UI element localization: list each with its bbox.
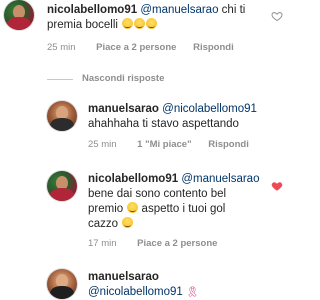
avatar[interactable] [47,269,77,299]
comment-username[interactable]: nicolabellomo91 [88,173,178,185]
comment-text-line2: @nicolabellomo91 🎗 [88,285,199,300]
comment-body: bene dai sono contento bel [88,188,227,200]
avatar[interactable] [47,171,77,201]
comment-text-line2: bene dai sono contento bel [88,187,226,202]
avatar-shirt [50,188,74,201]
comment-time: 25 min [88,139,117,150]
comment-text: nicolabellomo91 @manuelsarao [88,172,259,187]
heart-filled-icon[interactable] [271,180,283,192]
laugh-emoji-icon [134,18,146,29]
avatar[interactable] [47,101,77,131]
comment-meta: 25 min Piace a 2 persone Rispondi [47,42,248,53]
comment-text-line2: premia bocelli [47,18,158,33]
heart-outline-icon[interactable] [271,10,283,22]
replies-divider [47,79,73,80]
comment-time: 17 min [88,238,117,249]
comment-text-line4: cazzo [88,217,134,232]
comment-username[interactable]: manuelsarao [88,271,159,283]
avatar-shirt [50,286,74,299]
comment-body: premia bocelli [47,19,118,31]
comment-body: premio [88,203,124,215]
comment-mention[interactable]: @nicolabellomo91 [88,286,183,298]
comment-username[interactable]: nicolabellomo91 [47,4,137,16]
comment-meta: 25 min 1 "Mi piace" Rispondi [88,139,263,150]
comment-body: chi ti [218,4,246,16]
comment-body: cazzo [88,218,119,230]
comment-text: nicolabellomo91 @manuelsarao chi ti [47,3,245,18]
comment-text-line2: ahahhaha ti stavo aspettando [88,117,239,132]
wink-emoji-icon [127,202,139,213]
avatar[interactable] [4,0,34,30]
comment-username[interactable]: manuelsarao [88,103,159,115]
comment-likes[interactable]: 1 "Mi piace" [137,139,191,150]
comment-meta: 17 min Piace a 2 persone [88,238,231,249]
avatar-shirt [50,118,74,131]
comment-text: manuelsarao [88,270,159,285]
smirk-emoji-icon [122,217,134,228]
reply-button[interactable]: Rispondi [208,139,249,150]
comment-mention[interactable]: @manuelsarao [181,173,259,185]
comment-time: 25 min [47,42,76,53]
comment-likes[interactable]: Piace a 2 persone [96,42,176,53]
ribbon-icon: 🎗 [186,287,199,298]
hide-replies-button[interactable]: Nascondi risposte [82,73,164,84]
reply-button[interactable]: Rispondi [193,42,234,53]
comment-mention[interactable]: @nicolabellomo91 [162,103,257,115]
comment-likes[interactable]: Piace a 2 persone [137,238,217,249]
comment-text: manuelsarao @nicolabellomo91 [88,102,257,117]
comment-body: aspetto i tuoi gol [138,203,226,215]
comment-body: ahahhaha ti stavo aspettando [88,118,239,130]
laugh-emoji-icon [146,18,158,29]
laugh-emoji-icon [122,18,134,29]
avatar-shirt [7,17,31,30]
comment-mention[interactable]: @manuelsarao [140,4,218,16]
comment-text-line3: premio aspetto i tuoi gol [88,202,225,217]
